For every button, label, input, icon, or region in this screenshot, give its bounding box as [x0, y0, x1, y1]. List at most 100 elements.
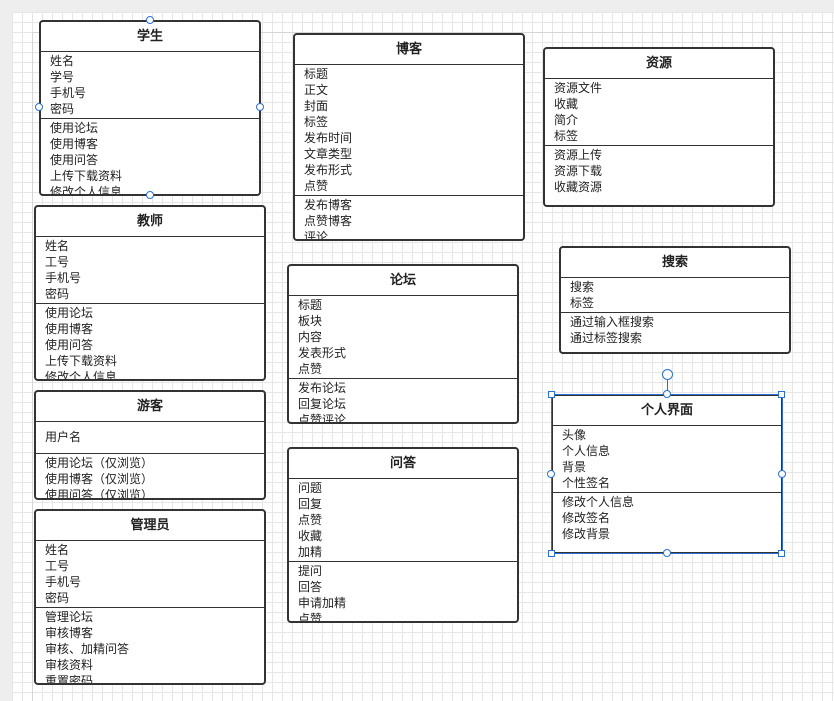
connection-point[interactable] — [146, 191, 154, 199]
class-teacher[interactable]: 教师 姓名 工号 手机号 密码 使用论坛 使用博客 使用问答 上传下载资料 修改… — [34, 205, 266, 381]
method: 上传下载资料 — [50, 169, 123, 183]
class-visitor[interactable]: 游客 用户名 使用论坛（仅浏览） 使用博客（仅浏览） 使用问答（仅浏览） — [34, 390, 266, 500]
method: 上传下载资料 — [45, 354, 118, 368]
method: 回复论坛 — [298, 397, 347, 411]
attribute: 姓名 — [45, 543, 70, 557]
class-profile[interactable]: 个人界面 头像 个人信息 背景 个性签名 修改个人信息 修改签名 修改背景 — [551, 394, 783, 554]
attribute: 工号 — [45, 559, 70, 573]
attribute: 个性签名 — [562, 476, 611, 490]
class-title: 论坛 — [289, 266, 517, 296]
connection-point[interactable] — [35, 103, 43, 111]
attribute: 点赞 — [298, 362, 323, 376]
method: 点赞 — [298, 612, 323, 623]
method: 发布博客 — [304, 198, 353, 212]
attribute: 工号 — [45, 255, 70, 269]
method: 使用论坛 — [45, 306, 94, 320]
method: 回答 — [298, 580, 323, 594]
class-qa[interactable]: 问答 问题 回复 点赞 收藏 加精 提问 回答 申请加精 点赞 — [287, 447, 519, 623]
attribute: 用户名 — [45, 430, 82, 444]
class-search[interactable]: 搜索 搜索 标签 通过输入框搜索 通过标签搜索 — [559, 246, 791, 354]
method: 使用博客 — [50, 137, 99, 151]
attribute: 收藏 — [554, 97, 579, 111]
attribute: 背景 — [562, 460, 587, 474]
attribute: 手机号 — [50, 86, 87, 100]
connection-point[interactable] — [256, 103, 264, 111]
methods-section: 使用论坛 使用博客 使用问答 上传下载资料 修改个人信息 — [36, 303, 264, 381]
method: 使用论坛 — [50, 121, 99, 135]
attributes-section: 姓名 工号 手机号 密码 — [36, 237, 264, 303]
attribute: 密码 — [50, 102, 75, 116]
methods-section: 提问 回答 申请加精 点赞 — [289, 561, 517, 623]
method: 收藏资源 — [554, 180, 603, 194]
method: 修改签名 — [562, 511, 611, 525]
attribute: 标签 — [570, 296, 595, 310]
attributes-section: 资源文件 收藏 简介 标签 — [545, 79, 773, 145]
attribute: 手机号 — [45, 575, 82, 589]
method: 修改个人信息 — [50, 185, 123, 196]
class-title: 博客 — [295, 35, 523, 65]
attribute: 标题 — [298, 298, 323, 312]
resize-handle-s[interactable] — [663, 549, 671, 557]
method: 发布论坛 — [298, 381, 347, 395]
method: 使用博客（仅浏览） — [45, 472, 154, 486]
attribute: 头像 — [562, 428, 587, 442]
attribute: 个人信息 — [562, 444, 611, 458]
methods-section: 管理论坛 审核博客 审核、加精问答 审核资料 重置密码 — [36, 607, 264, 683]
attribute: 标签 — [554, 129, 579, 143]
attribute: 密码 — [45, 591, 70, 605]
methods-section: 通过输入框搜索 通过标签搜索 — [561, 312, 789, 347]
attribute: 封面 — [304, 99, 329, 113]
resize-handle-e[interactable] — [778, 470, 786, 478]
attributes-section: 姓名 学号 手机号 密码 — [41, 52, 259, 118]
attribute: 加精 — [298, 545, 323, 559]
page-boundary-left — [32, 32, 33, 701]
attributes-section: 用户名 — [36, 422, 264, 453]
class-admin[interactable]: 管理员 姓名 工号 手机号 密码 管理论坛 审核博客 审核、加精问答 审核资料 … — [34, 509, 266, 685]
attribute: 资源文件 — [554, 81, 603, 95]
method: 点赞评论 — [298, 413, 347, 424]
resize-handle-n[interactable] — [663, 390, 671, 398]
methods-section: 使用论坛（仅浏览） 使用博客（仅浏览） 使用问答（仅浏览） — [36, 453, 264, 500]
method: 使用博客 — [45, 322, 94, 336]
attributes-section: 姓名 工号 手机号 密码 — [36, 541, 264, 607]
class-student[interactable]: 学生 姓名 学号 手机号 密码 使用论坛 使用博客 使用问答 上传下载资料 修改… — [39, 20, 261, 196]
method: 使用问答（仅浏览） — [45, 488, 154, 500]
attribute: 搜索 — [570, 280, 595, 294]
connection-point[interactable] — [146, 16, 154, 24]
method: 评论 — [304, 230, 329, 241]
attribute: 内容 — [298, 330, 323, 344]
resize-handle-sw[interactable] — [548, 550, 555, 557]
methods-section: 发布论坛 回复论坛 点赞评论 — [289, 378, 517, 424]
attribute: 密码 — [45, 287, 70, 301]
class-forum[interactable]: 论坛 标题 板块 内容 发表形式 点赞 发布论坛 回复论坛 点赞评论 — [287, 264, 519, 424]
class-title: 管理员 — [36, 511, 264, 541]
method: 审核、加精问答 — [45, 642, 130, 656]
class-resource[interactable]: 资源 资源文件 收藏 简介 标签 资源上传 资源下载 收藏资源 — [543, 47, 775, 207]
method: 修改个人信息 — [45, 370, 118, 381]
method: 修改个人信息 — [562, 495, 635, 509]
attribute: 标题 — [304, 67, 329, 81]
attribute: 点赞 — [304, 179, 329, 193]
class-title: 个人界面 — [553, 396, 781, 426]
methods-section: 修改个人信息 修改签名 修改背景 — [553, 492, 781, 543]
class-title: 资源 — [545, 49, 773, 79]
attribute: 手机号 — [45, 271, 82, 285]
resize-handle-ne[interactable] — [778, 391, 785, 398]
class-blog[interactable]: 博客 标题 正文 封面 标签 发布时间 文章类型 发布形式 点赞 发布博客 点赞… — [293, 33, 525, 241]
resize-handle-se[interactable] — [778, 550, 785, 557]
method: 使用论坛（仅浏览） — [45, 456, 154, 470]
class-title: 学生 — [41, 22, 259, 52]
attribute: 文章类型 — [304, 147, 353, 161]
class-title: 教师 — [36, 207, 264, 237]
method: 提问 — [298, 564, 323, 578]
attributes-section: 标题 正文 封面 标签 发布时间 文章类型 发布形式 点赞 — [295, 65, 523, 195]
resize-handle-nw[interactable] — [548, 391, 555, 398]
attribute: 姓名 — [50, 54, 75, 68]
rotate-handle[interactable] — [662, 369, 673, 380]
resize-handle-w[interactable] — [547, 470, 555, 478]
attribute: 学号 — [50, 70, 75, 84]
attributes-section: 标题 板块 内容 发表形式 点赞 — [289, 296, 517, 378]
attribute: 收藏 — [298, 529, 323, 543]
editor-left-ruler — [0, 12, 12, 701]
attribute: 板块 — [298, 314, 323, 328]
